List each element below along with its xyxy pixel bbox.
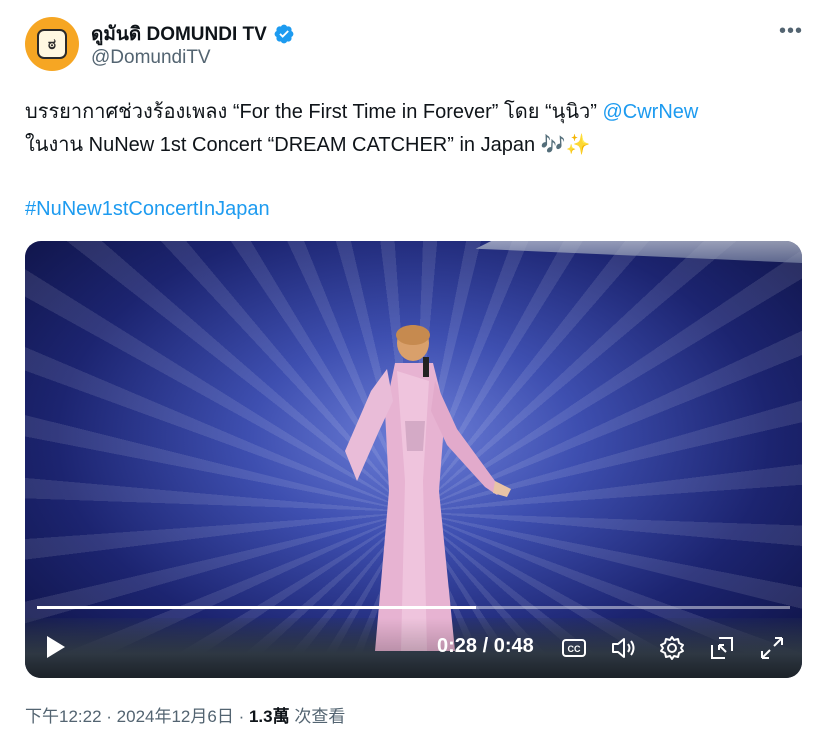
tweet-card: ಠ ดูมันดิ DOMUNDI TV @DomundiTV ••• บรรย… [0, 0, 831, 738]
captions-icon[interactable]: CC [561, 635, 587, 661]
fullscreen-icon[interactable] [759, 635, 785, 661]
meta-separator: · [101, 707, 117, 726]
video-time: 0:28 / 0:48 [437, 635, 534, 657]
display-name-row[interactable]: ดูมันดิ DOMUNDI TV [91, 19, 295, 49]
avatar[interactable]: ಠ [25, 17, 79, 71]
video-controls-gradient [25, 618, 802, 678]
hashtag-row: #NuNew1stConcertInJapan [25, 194, 270, 224]
mention-link[interactable]: @CwrNew [602, 101, 698, 123]
tweet-meta: 下午12:22 · 2024年12月6日 · 1.3萬 次查看 [25, 702, 345, 727]
tweet-time[interactable]: 下午12:22 [25, 707, 102, 726]
views-label: 次查看 [289, 707, 346, 726]
user-handle[interactable]: @DomundiTV [91, 47, 211, 69]
tweet-text: บรรยากาศช่วงร้องเพลง “For the First Time… [25, 96, 815, 162]
avatar-logo: ಠ [37, 29, 67, 59]
video-progress-fill [37, 606, 476, 609]
performer-figure [345, 325, 511, 651]
music-sparkle-emoji: 🎶✨ [540, 134, 591, 156]
tweet-line-2: ในงาน NuNew 1st Concert “DREAM CATCHER” … [25, 129, 815, 162]
svg-text:CC: CC [568, 644, 581, 654]
tweet-line-2-text: ในงาน NuNew 1st Concert “DREAM CATCHER” … [25, 134, 541, 156]
tweet-line-1-text: บรรยากาศช่วงร้องเพลง “For the First Time… [25, 101, 603, 123]
views-count: 1.3萬 [248, 707, 290, 726]
meta-separator: · [233, 707, 249, 726]
verified-badge-icon [274, 24, 294, 44]
more-options-icon[interactable]: ••• [779, 20, 803, 43]
tweet-line-1: บรรยากาศช่วงร้องเพลง “For the First Time… [25, 96, 815, 129]
video-progress-bar[interactable] [37, 606, 790, 609]
picture-in-picture-icon[interactable] [709, 635, 735, 661]
video-player[interactable]: 0:28 / 0:48 CC [25, 241, 802, 678]
settings-gear-icon[interactable] [659, 635, 685, 661]
play-icon[interactable] [45, 634, 67, 660]
hashtag-link[interactable]: #NuNew1stConcertInJapan [25, 198, 270, 220]
tweet-date[interactable]: 2024年12月6日 [117, 707, 234, 726]
display-name[interactable]: ดูมันดิ DOMUNDI TV [91, 19, 267, 49]
avatar-logo-glyph: ಠ [48, 35, 56, 53]
volume-icon[interactable] [610, 635, 636, 661]
